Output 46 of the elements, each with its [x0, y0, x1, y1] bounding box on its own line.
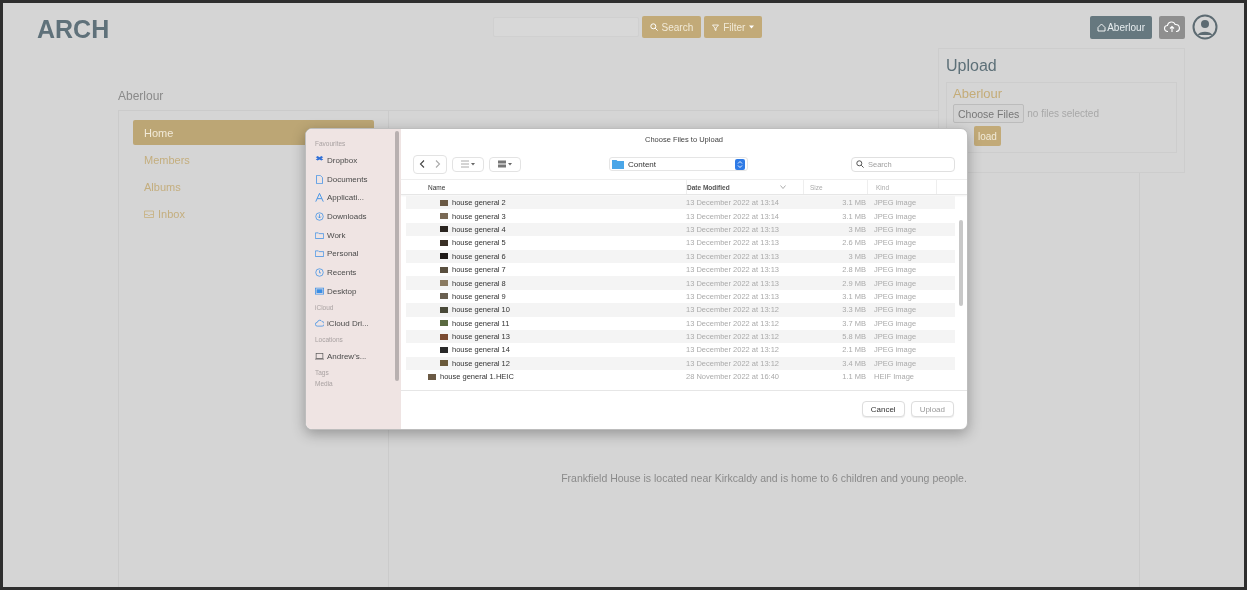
inbox-icon: [144, 209, 154, 218]
sidebar-item[interactable]: Recents: [315, 263, 401, 282]
sidebar-item[interactable]: Documents: [315, 169, 401, 189]
desktop-icon: [315, 286, 324, 296]
list-icon: [461, 160, 475, 168]
chevron-right-icon: [435, 160, 441, 168]
sidebar-item[interactable]: Personal: [315, 244, 401, 264]
avatar-icon: [1192, 14, 1218, 40]
grid-icon: [498, 160, 512, 168]
download-icon: [315, 211, 324, 221]
page-title: Aberlour: [118, 89, 164, 103]
folder-icon: [612, 159, 624, 169]
sidebar-item[interactable]: iCloud Dri...: [315, 314, 401, 334]
panel-title: Upload: [946, 57, 998, 75]
sidebar-item[interactable]: Downloads: [315, 207, 401, 226]
search-icon: [856, 160, 864, 168]
cancel-button[interactable]: Cancel: [861, 401, 905, 417]
scrollbar[interactable]: [395, 131, 399, 381]
cloud-icon: [315, 319, 324, 329]
sidebar-item[interactable]: Desktop: [315, 281, 401, 301]
logo-text: ARCH: [37, 14, 110, 44]
location-text: Content: [628, 159, 658, 169]
description-text: Frankfield House is located near Kirkcaldy and is home to 6 children and young people.: [561, 472, 967, 486]
applications-icon: [315, 193, 324, 203]
sidebar-item[interactable]: Work: [315, 225, 401, 245]
caret-icon: [749, 25, 755, 29]
house-icon: [1097, 22, 1107, 32]
sort-caret-icon: [779, 185, 786, 189]
sidebar-item[interactable]: Andrew's...: [315, 347, 401, 366]
document-icon: [315, 174, 324, 184]
sidebar-item[interactable]: Dropbox: [315, 151, 401, 170]
house-button[interactable]: Aberlour: [1090, 15, 1152, 39]
chevron-left-icon: [419, 160, 425, 168]
laptop-icon: [315, 352, 324, 362]
filter-icon: [712, 23, 720, 31]
house-name: Aberlour: [953, 86, 1004, 101]
clock-icon: [315, 267, 324, 277]
grid-view-button[interactable]: [489, 156, 521, 172]
list-view-button[interactable]: [452, 156, 484, 172]
sidebar-item[interactable]: Applicati...: [315, 188, 401, 208]
stepper-icon: [735, 158, 745, 170]
location-dropdown[interactable]: Content: [609, 157, 748, 171]
search-icon: [649, 23, 658, 31]
upload-cloud-button[interactable]: [1159, 15, 1185, 39]
scrollbar[interactable]: [959, 220, 963, 306]
cloud-upload-icon: [1164, 21, 1180, 33]
